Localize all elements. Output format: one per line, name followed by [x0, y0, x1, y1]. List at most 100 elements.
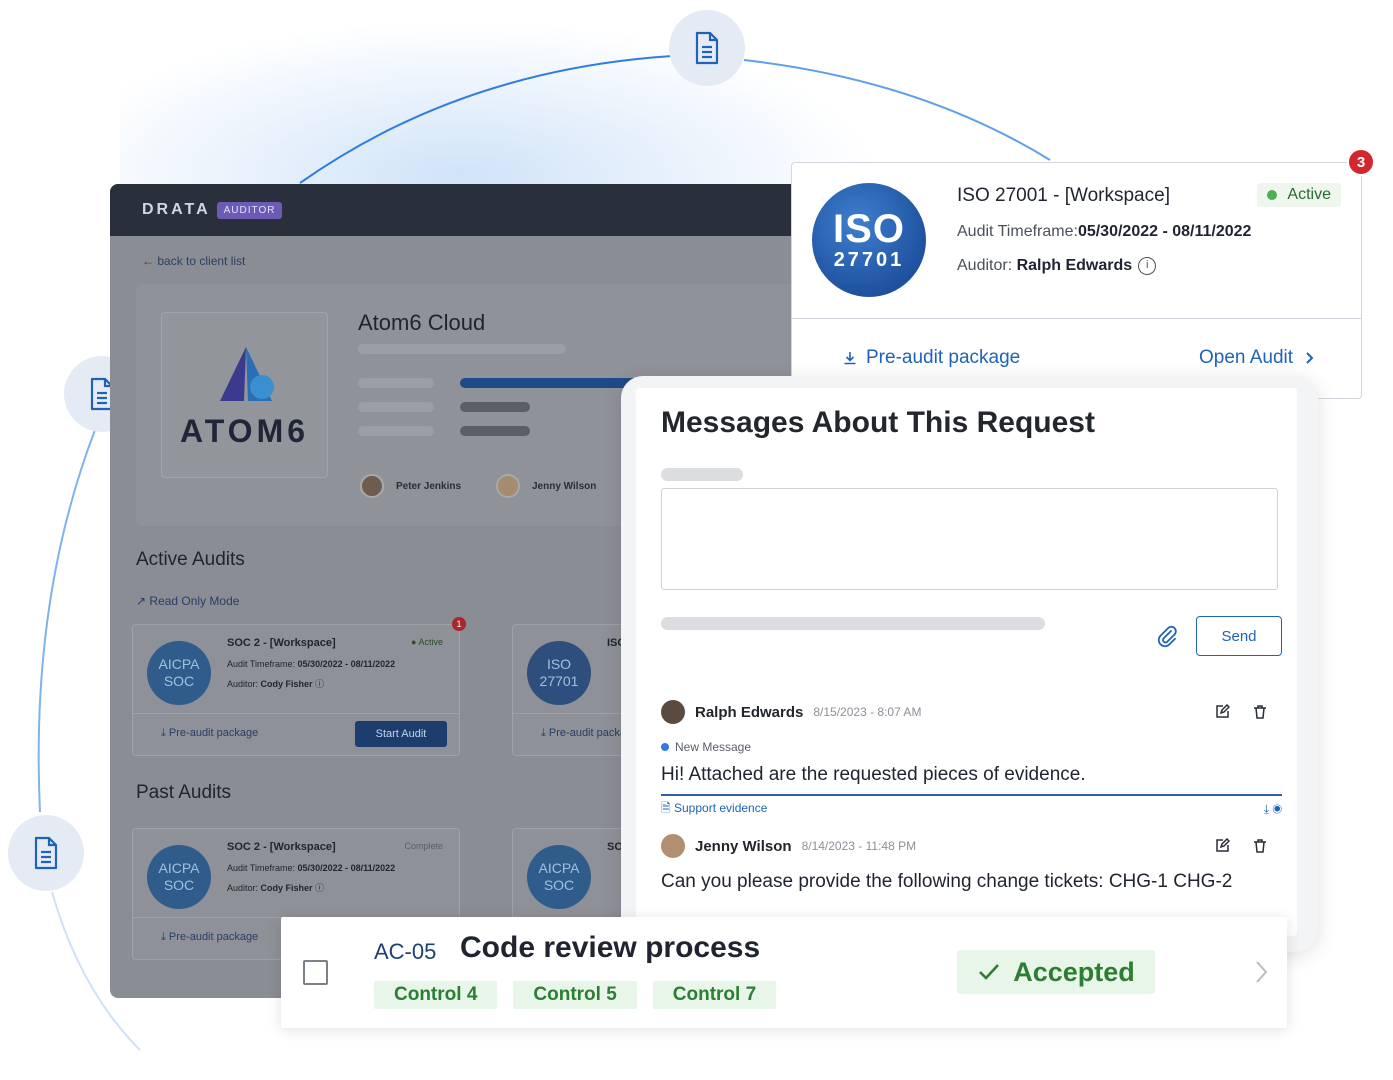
control-tag[interactable]: Control 7 [652, 981, 777, 1009]
message-timestamp: 8/15/2023 - 8:07 AM [813, 705, 922, 719]
active-audits-heading: Active Audits [136, 549, 245, 570]
client-name: Atom6 Cloud [358, 310, 486, 335]
control-tags: Control 4 Control 5 Control 7 [374, 981, 777, 1009]
message-actions [1214, 838, 1268, 854]
progress-bar [460, 378, 640, 388]
skeleton-line [358, 344, 566, 354]
back-to-client-list-link[interactable]: ← back to client list [142, 254, 245, 268]
status-label: Accepted [1013, 956, 1135, 987]
control-tag[interactable]: Control 5 [513, 981, 637, 1009]
avatar [360, 474, 384, 498]
control-title: Code review process [460, 931, 761, 964]
message-header: Ralph Edwards 8/15/2023 - 8:07 AM [661, 700, 921, 724]
audit-auditor: Auditor: Ralph Edwards i [957, 257, 1157, 275]
client-logo: ATOM6 [161, 312, 328, 478]
document-icon-top [669, 10, 745, 86]
audit-card-soc2[interactable]: AICPA SOC SOC 2 - [Workspace] ● Active A… [132, 624, 460, 756]
read-only-mode-link[interactable]: ↗ Read Only Mode [136, 594, 239, 608]
skeleton-line [661, 468, 743, 481]
team-member: Peter Jenkins [360, 474, 461, 498]
open-audit-link[interactable]: Open Audit [1199, 347, 1317, 369]
aicpa-soc-badge: AICPA SOC [147, 845, 211, 909]
message-header: Jenny Wilson 8/14/2023 - 11:48 PM [661, 834, 916, 858]
atom6-logo-icon [220, 347, 274, 401]
control-tag[interactable]: Control 4 [374, 981, 498, 1009]
message-author: Ralph Edwards [695, 703, 804, 721]
divider [133, 713, 459, 714]
unread-dot-icon [661, 743, 669, 751]
download-icon [844, 352, 856, 365]
audit-timeframe: Audit Timeframe: 05/30/2022 - 08/11/2022 [227, 659, 396, 669]
messages-panel: Messages About This Request Send Ralph E… [636, 388, 1297, 936]
message-actions [1214, 704, 1268, 720]
iso-badge-text: ISO [833, 207, 905, 251]
messages-title: Messages About This Request [661, 406, 1095, 439]
message-text: Hi! Attached are the requested pieces of… [661, 764, 1086, 785]
control-row[interactable]: AC-05 Code review process Control 4 Cont… [281, 917, 1287, 1028]
iso-27701-badge: ISO 27701 [812, 183, 926, 297]
download-icon[interactable]: ⤓ [1264, 802, 1269, 816]
status-label: Active [1287, 186, 1331, 203]
avatar [661, 834, 685, 858]
accepted-status-badge: Accepted [957, 950, 1155, 994]
attachment-row[interactable]: 🗎 Support evidence ⤓ ◉ [661, 794, 1282, 816]
checkmark-icon [979, 964, 1000, 980]
status-badge: Active [1257, 183, 1341, 207]
notification-count-badge: 3 [1347, 148, 1375, 176]
chevron-right-icon[interactable] [1253, 959, 1269, 985]
open-audit-label: Open Audit [1199, 347, 1294, 368]
iso-badge: ISO 27701 [527, 641, 591, 705]
send-button[interactable]: Send [1196, 616, 1282, 656]
pre-audit-package-link[interactable]: ⤓ Pre-audit package [161, 931, 258, 944]
external-link-icon: ↗ [136, 594, 147, 608]
past-audits-heading: Past Audits [136, 782, 232, 803]
pre-audit-package-link[interactable]: Pre-audit package [842, 347, 1020, 369]
pre-audit-package-link[interactable]: ⤓ Pre-audit package [161, 727, 258, 740]
document-icon-bottom [8, 815, 84, 891]
team-member: Jenny Wilson [496, 474, 596, 498]
eye-icon[interactable]: ◉ [1273, 802, 1283, 816]
audit-auditor: Auditor: Cody Fisher ⓘ [227, 679, 325, 689]
skeleton-line [460, 402, 530, 412]
paperclip-icon[interactable] [1156, 624, 1178, 648]
audit-title: SOC 2 - [Workspace] [227, 841, 336, 853]
status-dot-icon [1267, 190, 1278, 200]
message-textarea[interactable] [661, 488, 1278, 590]
message-timestamp: 8/14/2023 - 11:48 PM [801, 839, 917, 853]
skeleton-line [358, 426, 434, 436]
read-only-label: Read Only Mode [149, 594, 240, 608]
pre-audit-package-label: Pre-audit package [866, 347, 1021, 368]
arrow-left-icon: ← [142, 254, 154, 268]
edit-icon[interactable] [1214, 838, 1230, 854]
avatar [661, 700, 685, 724]
info-icon[interactable]: i [1138, 257, 1157, 275]
app-header: DRATA AUDITOR [110, 184, 810, 236]
notification-badge: 1 [452, 617, 466, 631]
select-checkbox[interactable] [303, 960, 328, 985]
audit-timeframe: Audit Timeframe:05/30/2022 - 08/11/2022 [957, 223, 1252, 240]
iso-audit-card[interactable]: ISO 27701 ISO 27001 - [Workspace] Active… [791, 162, 1362, 399]
skeleton-line [358, 402, 434, 412]
avatar [496, 474, 520, 498]
auditor-badge: AUDITOR [216, 201, 283, 219]
aicpa-soc-badge: AICPA SOC [527, 845, 591, 909]
skeleton-line [661, 617, 1045, 630]
iso-badge-number: 27701 [833, 249, 905, 271]
edit-icon[interactable] [1214, 704, 1230, 720]
new-message-indicator: New Message [661, 740, 751, 754]
skeleton-line [358, 378, 434, 388]
divider [792, 318, 1361, 319]
trash-icon[interactable] [1252, 704, 1268, 720]
person-name: Jenny Wilson [532, 480, 597, 492]
new-message-label: New Message [675, 740, 752, 754]
person-name: Peter Jenkins [396, 480, 462, 492]
audit-title: SOC 2 - [Workspace] [227, 637, 336, 649]
attachment-actions: ⤓ ◉ [1264, 802, 1282, 817]
start-audit-button[interactable]: Start Audit [355, 721, 447, 747]
message-text: Can you please provide the following cha… [661, 871, 1233, 892]
trash-icon[interactable] [1252, 838, 1268, 854]
audit-title: ISO 27001 - [Workspace] [957, 185, 1170, 206]
file-icon: 🗎 [661, 800, 671, 815]
attachment-link[interactable]: 🗎 Support evidence [661, 799, 767, 820]
audit-timeframe: Audit Timeframe: 05/30/2022 - 08/11/2022 [227, 863, 396, 873]
